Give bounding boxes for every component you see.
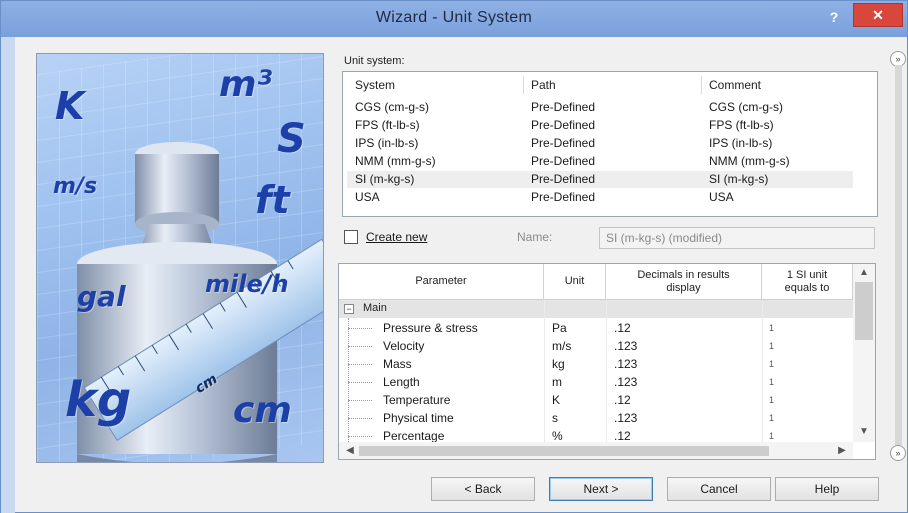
wizard-window: Wizard - Unit System ? ✕ K m³ S m/s ft g…: [0, 0, 908, 513]
parameter-row[interactable]: Temperature K .12 1: [339, 391, 853, 409]
column-header-parameter[interactable]: Parameter: [339, 264, 544, 300]
window-title: Wizard - Unit System: [375, 9, 533, 26]
unit-system-row[interactable]: NMM (mm-g-s) Pre-Defined NMM (mm-g-s): [347, 153, 853, 170]
scroll-right-icon[interactable]: ▶: [833, 443, 851, 459]
parameter-grid[interactable]: Parameter Unit Decimals in results displ…: [338, 263, 876, 460]
create-new-label[interactable]: Create new: [366, 230, 427, 244]
help-question-icon[interactable]: ?: [817, 5, 851, 29]
scroll-left-icon[interactable]: ◀: [341, 443, 359, 459]
side-scrollbar[interactable]: » »: [890, 41, 908, 461]
expand-double-chevron-icon[interactable]: »: [890, 445, 906, 461]
picture-word-kg: kg: [65, 372, 132, 428]
picture-word-m3: m³: [219, 64, 273, 105]
unit-system-row[interactable]: FPS (ft-lb-s) Pre-Defined FPS (ft-lb-s): [347, 117, 853, 134]
collapse-minus-icon[interactable]: −: [344, 304, 354, 314]
column-header-system[interactable]: System: [355, 78, 395, 92]
parameter-row[interactable]: Length m .123 1: [339, 373, 853, 391]
parameter-row[interactable]: Mass kg .123 1: [339, 355, 853, 373]
name-label: Name:: [517, 230, 553, 244]
picture-word-gal: gal: [77, 280, 126, 313]
create-new-label-text: Create new: [366, 230, 428, 244]
title-bar[interactable]: Wizard - Unit System ? ✕: [1, 1, 907, 37]
scroll-up-icon[interactable]: ▲: [855, 265, 873, 281]
column-header-path[interactable]: Path: [531, 78, 556, 92]
group-label-main: Main: [363, 302, 387, 314]
parameter-row[interactable]: Pressure & stress Pa .12 1: [339, 319, 853, 337]
side-scroll-track[interactable]: [895, 65, 902, 445]
scroll-down-icon[interactable]: ▼: [855, 424, 873, 440]
close-button[interactable]: ✕: [853, 3, 903, 27]
next-button[interactable]: Next >: [549, 477, 653, 501]
window-edge: [1, 37, 15, 513]
column-header-comment[interactable]: Comment: [709, 78, 761, 92]
help-button[interactable]: Help: [775, 477, 879, 501]
picture-word-cm: cm: [233, 390, 292, 431]
picture-word-s: S: [277, 116, 306, 162]
unit-system-row[interactable]: USA Pre-Defined USA: [347, 189, 853, 206]
unit-system-row[interactable]: IPS (in-lb-s) Pre-Defined IPS (in-lb-s): [347, 135, 853, 152]
unit-system-row[interactable]: CGS (cm-g-s) Pre-Defined CGS (cm-g-s): [347, 99, 853, 116]
back-button[interactable]: < Back: [431, 477, 535, 501]
vertical-scroll-thumb[interactable]: [855, 282, 873, 340]
unit-system-label: Unit system:: [344, 55, 405, 67]
column-header-decimals[interactable]: Decimals in results display: [606, 264, 762, 300]
horizontal-scroll-thumb[interactable]: [359, 446, 769, 456]
parameter-row[interactable]: Velocity m/s .123 1: [339, 337, 853, 355]
units-illustration: K m³ S m/s ft gal mile/h kg cm cm: [36, 53, 324, 463]
cancel-button[interactable]: Cancel: [667, 477, 771, 501]
unit-system-row-selected[interactable]: SI (m-kg-s) Pre-Defined SI (m-kg-s): [347, 171, 853, 188]
picture-word-ms: m/s: [53, 174, 98, 199]
create-new-checkbox[interactable]: [344, 230, 358, 244]
picture-word-ft: ft: [255, 178, 290, 222]
parameter-row[interactable]: Physical time s .123 1: [339, 409, 853, 427]
picture-word-mileh: mile/h: [205, 270, 289, 298]
unit-system-list[interactable]: System Path Comment CGS (cm-g-s) Pre-Def…: [342, 71, 878, 217]
name-field[interactable]: [599, 227, 875, 249]
column-header-si-equals[interactable]: 1 SI unit equals to: [762, 264, 853, 300]
column-header-unit[interactable]: Unit: [544, 264, 606, 300]
picture-word-k: K: [55, 84, 85, 128]
group-row-main[interactable]: − Main: [339, 300, 853, 318]
